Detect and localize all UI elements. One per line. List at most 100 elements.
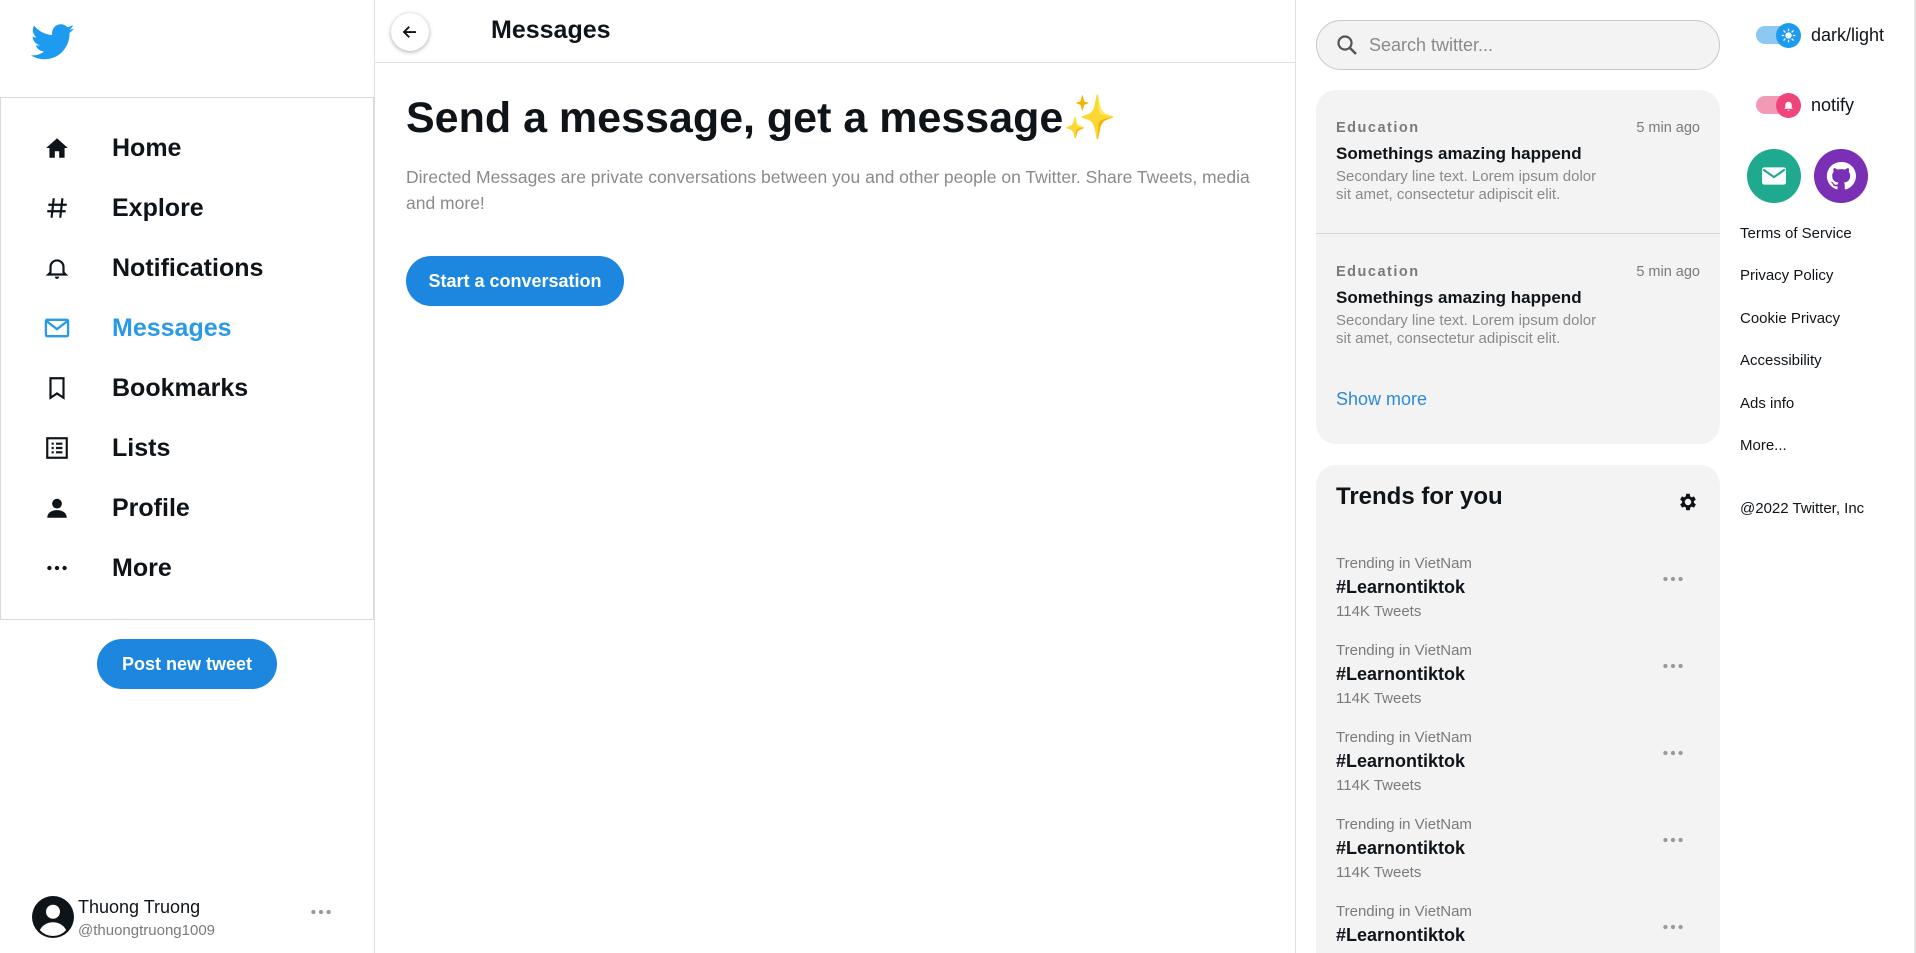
page-title: Messages <box>491 16 611 44</box>
trend-item[interactable]: Trending in VietNam #Learnontiktok 114K … <box>1316 642 1720 729</box>
nav-label-bookmarks: Bookmarks <box>112 373 249 402</box>
show-more-link[interactable]: Show more <box>1336 389 1427 410</box>
news-title: Somethings amazing happend <box>1336 288 1582 307</box>
mail-icon <box>41 312 73 344</box>
post-new-tweet-button[interactable]: Post new tweet <box>97 639 277 689</box>
news-category: Education <box>1336 120 1420 136</box>
empty-state-title: Send a message, get a message✨ <box>406 93 1117 143</box>
nav-label-explore: Explore <box>112 193 204 222</box>
trend-item[interactable]: Trending in VietNam #Learnontiktok 114K … <box>1316 729 1720 816</box>
home-icon <box>41 132 73 164</box>
trend-hashtag: #Learnontiktok <box>1336 577 1466 597</box>
bell-icon <box>41 252 73 284</box>
nav-explore[interactable]: Explore <box>1 178 373 238</box>
more-horizontal-icon[interactable] <box>1660 830 1692 850</box>
start-conversation-button[interactable]: Start a conversation <box>406 256 624 306</box>
ads-info-link[interactable]: Ads info <box>1740 395 1794 412</box>
trend-location: Trending in VietNam <box>1336 903 1472 920</box>
nav-bookmarks[interactable]: Bookmarks <box>1 358 373 418</box>
news-panel: Education 5 min ago Somethings amazing h… <box>1316 90 1720 444</box>
news-time: 5 min ago <box>1636 264 1700 280</box>
trend-item[interactable]: Trending in VietNam #Learnontiktok 114K … <box>1316 555 1720 642</box>
more-link[interactable]: More... <box>1740 437 1787 454</box>
hashtag-icon <box>41 192 73 224</box>
user-handle: @thuongtruong1009 <box>78 922 216 939</box>
nav-more[interactable]: More <box>1 538 373 598</box>
nav-label-more: More <box>112 553 172 582</box>
trend-hashtag: #Learnontiktok <box>1336 664 1466 684</box>
theme-toggle[interactable] <box>1756 23 1801 48</box>
twitter-bird-icon[interactable] <box>28 20 82 68</box>
notify-toggle-label: notify <box>1811 95 1855 115</box>
cookie-privacy-link[interactable]: Cookie Privacy <box>1740 310 1840 327</box>
copyright-text: @2022 Twitter, Inc <box>1740 500 1865 517</box>
messages-main-column: Messages Send a message, get a message✨ … <box>374 0 1296 953</box>
trend-tweet-count: 114K Tweets <box>1336 777 1422 794</box>
app-root: Home Explore Notifications Messages Book… <box>0 0 1916 953</box>
nav-label-home: Home <box>112 133 182 162</box>
sparkles-icon: ✨ <box>1063 94 1117 142</box>
github-icon[interactable] <box>1814 149 1868 203</box>
more-horizontal-icon[interactable] <box>1660 743 1692 763</box>
news-body: Secondary line text. Lorem ipsum dolor s… <box>1336 168 1597 203</box>
accessibility-link[interactable]: Accessibility <box>1740 352 1822 369</box>
nav-notifications[interactable]: Notifications <box>1 238 373 298</box>
terms-of-service-link[interactable]: Terms of Service <box>1740 225 1852 242</box>
nav-home[interactable]: Home <box>1 118 373 178</box>
theme-toggle-label: dark/light <box>1811 25 1885 45</box>
nav-label-notifications: Notifications <box>112 253 264 282</box>
avatar-icon <box>32 896 74 938</box>
news-category: Education <box>1336 264 1420 280</box>
trends-panel: Trends for you Trending in VietNam #Lear… <box>1316 465 1720 953</box>
trend-location: Trending in VietNam <box>1336 816 1472 833</box>
main-navigation: Home Explore Notifications Messages Book… <box>0 97 374 620</box>
trend-tweet-count: 114K Tweets <box>1336 864 1422 881</box>
trend-tweet-count: 114K Tweets <box>1336 603 1422 620</box>
trend-location: Trending in VietNam <box>1336 642 1472 659</box>
bell-icon <box>1776 93 1801 118</box>
news-item[interactable]: Education 5 min ago Somethings amazing h… <box>1316 90 1720 234</box>
empty-state-title-text: Send a message, get a message <box>406 94 1064 142</box>
trend-location: Trending in VietNam <box>1336 555 1472 572</box>
more-horizontal-icon <box>41 552 73 584</box>
more-horizontal-icon[interactable] <box>1660 917 1692 937</box>
trend-location: Trending in VietNam <box>1336 729 1472 746</box>
trend-hashtag: #Learnontiktok <box>1336 838 1466 858</box>
trend-item[interactable]: Trending in VietNam #Learnontiktok <box>1316 903 1720 953</box>
empty-state-description: Directed Messages are private conversati… <box>406 167 1250 213</box>
trend-hashtag: #Learnontiktok <box>1336 751 1466 771</box>
more-horizontal-icon[interactable] <box>305 902 337 926</box>
trend-tweet-count: 114K Tweets <box>1336 690 1422 707</box>
gear-icon[interactable] <box>1677 491 1701 515</box>
news-body: Secondary line text. Lorem ipsum dolor s… <box>1336 312 1597 347</box>
nav-label-lists: Lists <box>112 433 171 462</box>
more-horizontal-icon[interactable] <box>1660 569 1692 589</box>
messages-header: Messages <box>375 0 1295 63</box>
notify-toggle[interactable] <box>1756 93 1801 118</box>
bookmark-icon <box>41 372 73 404</box>
back-arrow-icon[interactable] <box>391 13 429 51</box>
trends-title: Trends for you <box>1336 483 1503 510</box>
trend-item[interactable]: Trending in VietNam #Learnontiktok 114K … <box>1316 816 1720 903</box>
nav-label-messages: Messages <box>112 313 232 342</box>
nav-lists[interactable]: Lists <box>1 418 373 478</box>
news-title: Somethings amazing happend <box>1336 144 1582 163</box>
list-icon <box>41 432 73 464</box>
trend-hashtag: #Learnontiktok <box>1336 925 1466 945</box>
more-horizontal-icon[interactable] <box>1660 656 1692 676</box>
news-item[interactable]: Education 5 min ago Somethings amazing h… <box>1316 234 1720 378</box>
search-icon <box>1335 33 1361 59</box>
mail-icon[interactable] <box>1747 149 1801 203</box>
sun-icon <box>1776 23 1801 48</box>
person-icon <box>41 492 73 524</box>
nav-messages[interactable]: Messages <box>1 298 373 358</box>
left-sidebar: Home Explore Notifications Messages Book… <box>0 0 374 953</box>
search-bar <box>1316 20 1720 70</box>
privacy-policy-link[interactable]: Privacy Policy <box>1740 267 1833 284</box>
nav-label-profile: Profile <box>112 493 190 522</box>
nav-profile[interactable]: Profile <box>1 478 373 538</box>
user-name: Thuong Truong <box>78 897 201 917</box>
search-input[interactable] <box>1369 29 1699 61</box>
news-time: 5 min ago <box>1636 120 1700 136</box>
user-account-switcher[interactable]: Thuong Truong @thuongtruong1009 <box>32 894 342 942</box>
